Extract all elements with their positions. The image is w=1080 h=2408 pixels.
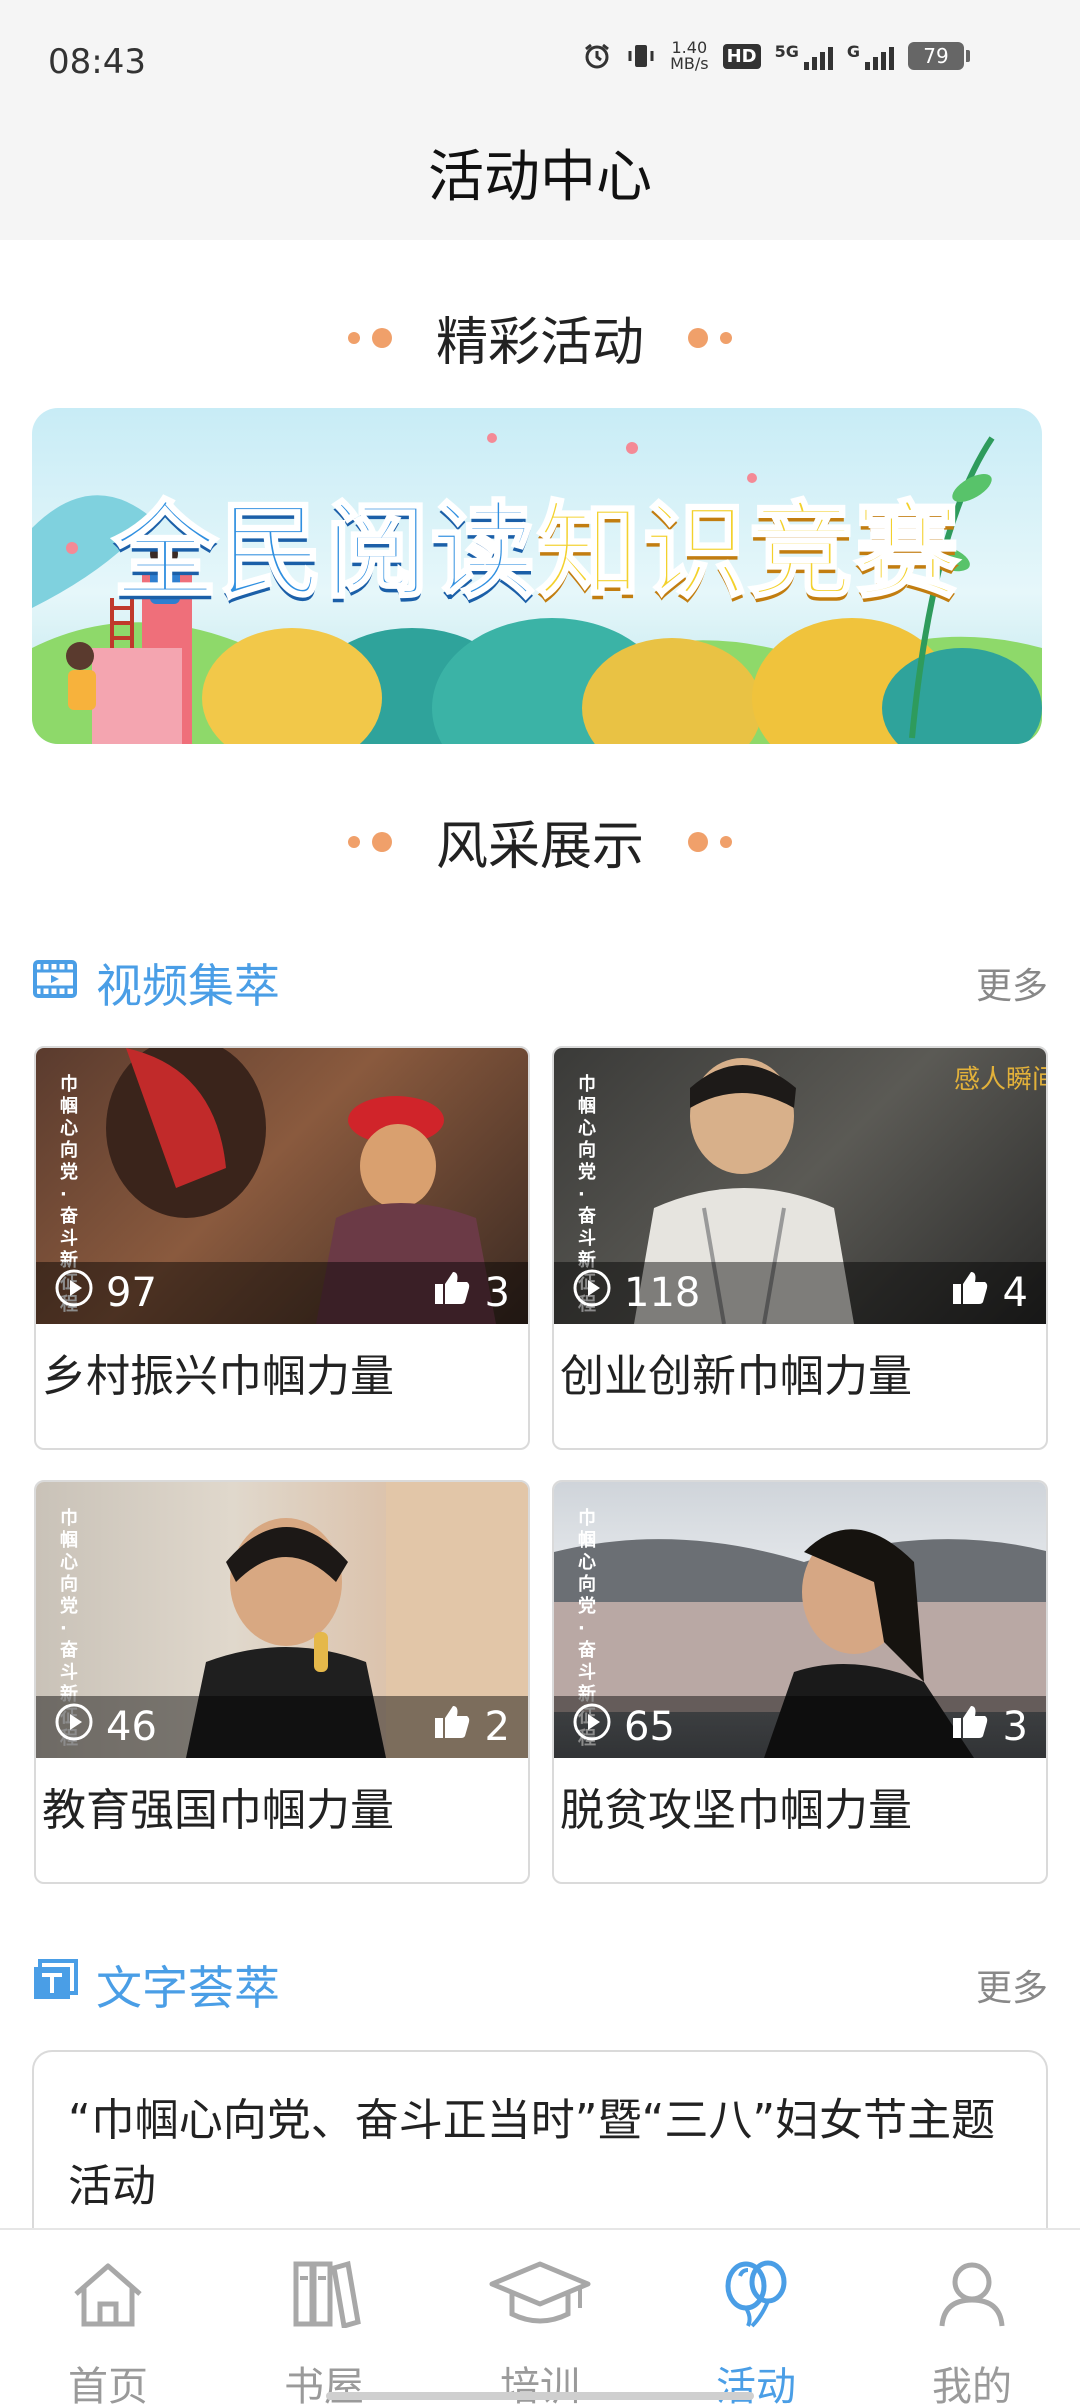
thumbs-up-icon[interactable]	[433, 1704, 471, 1750]
nav-item-books[interactable]: 书屋	[216, 2230, 432, 2408]
video-stats-bar: 97 3	[36, 1262, 528, 1324]
thumbs-up-icon[interactable]	[433, 1270, 471, 1316]
home-icon	[70, 2260, 146, 2338]
video-card[interactable]: 巾帼心向党·奋斗新征程 65 3 脱贫攻坚巾帼力量	[552, 1480, 1048, 1884]
hd-badge: HD	[722, 43, 761, 69]
video-card[interactable]: 感人瞬间 巾帼心向党·奋斗新征程 118 4 创业创新巾帼力量	[552, 1046, 1048, 1450]
video-thumbnail: 巾帼心向党·奋斗新征程 65 3	[554, 1482, 1046, 1758]
section-activities: 精彩活动	[0, 300, 1080, 375]
videos-more-link[interactable]: 更多	[976, 957, 1048, 1009]
video-stats-bar: 65 3	[554, 1696, 1046, 1758]
top-bar: 08:43 1.40 MB/s HD 5G G 79 活动中心	[0, 0, 1080, 240]
like-count: 4	[1002, 1270, 1028, 1316]
section-title-activities: 精彩活动	[435, 313, 644, 373]
play-count: 46	[106, 1704, 157, 1750]
videos-header: 视频集萃 更多	[32, 950, 1048, 1016]
nav-item-activities[interactable]: 活动	[648, 2230, 864, 2408]
video-stats-bar: 118 4	[554, 1262, 1046, 1324]
video-card[interactable]: 巾帼心向党·奋斗新征程 46 2 教育强国巾帼力量	[34, 1480, 530, 1884]
signal-icon-2: G	[847, 42, 894, 70]
dots-left-icon	[347, 327, 392, 348]
texts-title: 文字荟萃	[96, 1961, 280, 2015]
texts-header: 文字荟萃 更多	[32, 1952, 1048, 2018]
battery-icon: 79	[908, 42, 970, 70]
video-card[interactable]: 巾帼心向党·奋斗新征程 97 3 乡村振兴巾帼力量	[34, 1046, 530, 1450]
thumbs-up-icon[interactable]	[951, 1270, 989, 1316]
page-title: 活动中心	[428, 145, 652, 210]
play-icon	[572, 1702, 612, 1752]
activity-banner[interactable]: 全民阅读知识竞赛	[32, 408, 1042, 744]
dots-right-icon	[688, 327, 732, 348]
video-caption: 教育强国巾帼力量	[42, 1785, 394, 1836]
balloons-icon	[718, 2260, 794, 2338]
videos-title: 视频集萃	[96, 959, 280, 1013]
section-title-showcase: 风采展示	[435, 817, 644, 877]
video-caption: 乡村振兴巾帼力量	[42, 1351, 394, 1402]
dots-left-icon	[347, 831, 392, 852]
status-icons: 1.40 MB/s HD 5G G 79	[582, 38, 970, 73]
nav-item-training[interactable]: 培训	[432, 2230, 648, 2408]
video-stats-bar: 46 2	[36, 1696, 528, 1758]
play-icon	[54, 1268, 94, 1318]
text-article-title: “巾帼心向党、奋斗正当时”暨“三八”妇女节主题活动	[68, 2095, 996, 2212]
play-count: 97	[106, 1270, 157, 1316]
play-icon	[572, 1268, 612, 1318]
thumbs-up-icon[interactable]	[951, 1704, 989, 1750]
graduation-cap-icon	[488, 2260, 592, 2338]
home-indicator[interactable]	[326, 2392, 754, 2400]
dots-right-icon	[688, 831, 732, 852]
video-film-icon	[32, 956, 78, 1010]
texts-more-link[interactable]: 更多	[976, 1959, 1048, 2011]
net-speed: 1.40 MB/s	[670, 38, 709, 73]
nav-item-mine[interactable]: 我的	[864, 2230, 1080, 2408]
play-count: 118	[624, 1270, 701, 1316]
video-thumbnail: 巾帼心向党·奋斗新征程 46 2	[36, 1482, 528, 1758]
like-count: 3	[484, 1270, 510, 1316]
video-thumbnail: 巾帼心向党·奋斗新征程 97 3	[36, 1048, 528, 1324]
bottom-nav: 首页 书屋 培训 活动 我的	[0, 2228, 1080, 2408]
play-icon	[54, 1702, 94, 1752]
play-count: 65	[624, 1704, 675, 1750]
like-count: 3	[1002, 1704, 1028, 1750]
video-caption: 脱贫攻坚巾帼力量	[560, 1785, 912, 1836]
nav-item-home[interactable]: 首页	[0, 2230, 216, 2408]
books-icon	[286, 2260, 362, 2338]
text-document-icon	[32, 1958, 78, 2012]
video-thumbnail: 感人瞬间 巾帼心向党·奋斗新征程 118 4	[554, 1048, 1046, 1324]
vibrate-icon	[626, 41, 656, 71]
video-caption: 创业创新巾帼力量	[560, 1351, 912, 1402]
alarm-icon	[582, 41, 612, 71]
like-count: 2	[484, 1704, 510, 1750]
signal-icon: 5G	[775, 42, 833, 70]
banner-title: 全民阅读知识竞赛	[111, 489, 962, 614]
section-showcase: 风采展示	[0, 804, 1080, 879]
person-icon	[934, 2260, 1010, 2338]
svg-text:感人瞬间: 感人瞬间	[954, 1065, 1046, 1095]
status-time: 08:43	[48, 42, 146, 82]
